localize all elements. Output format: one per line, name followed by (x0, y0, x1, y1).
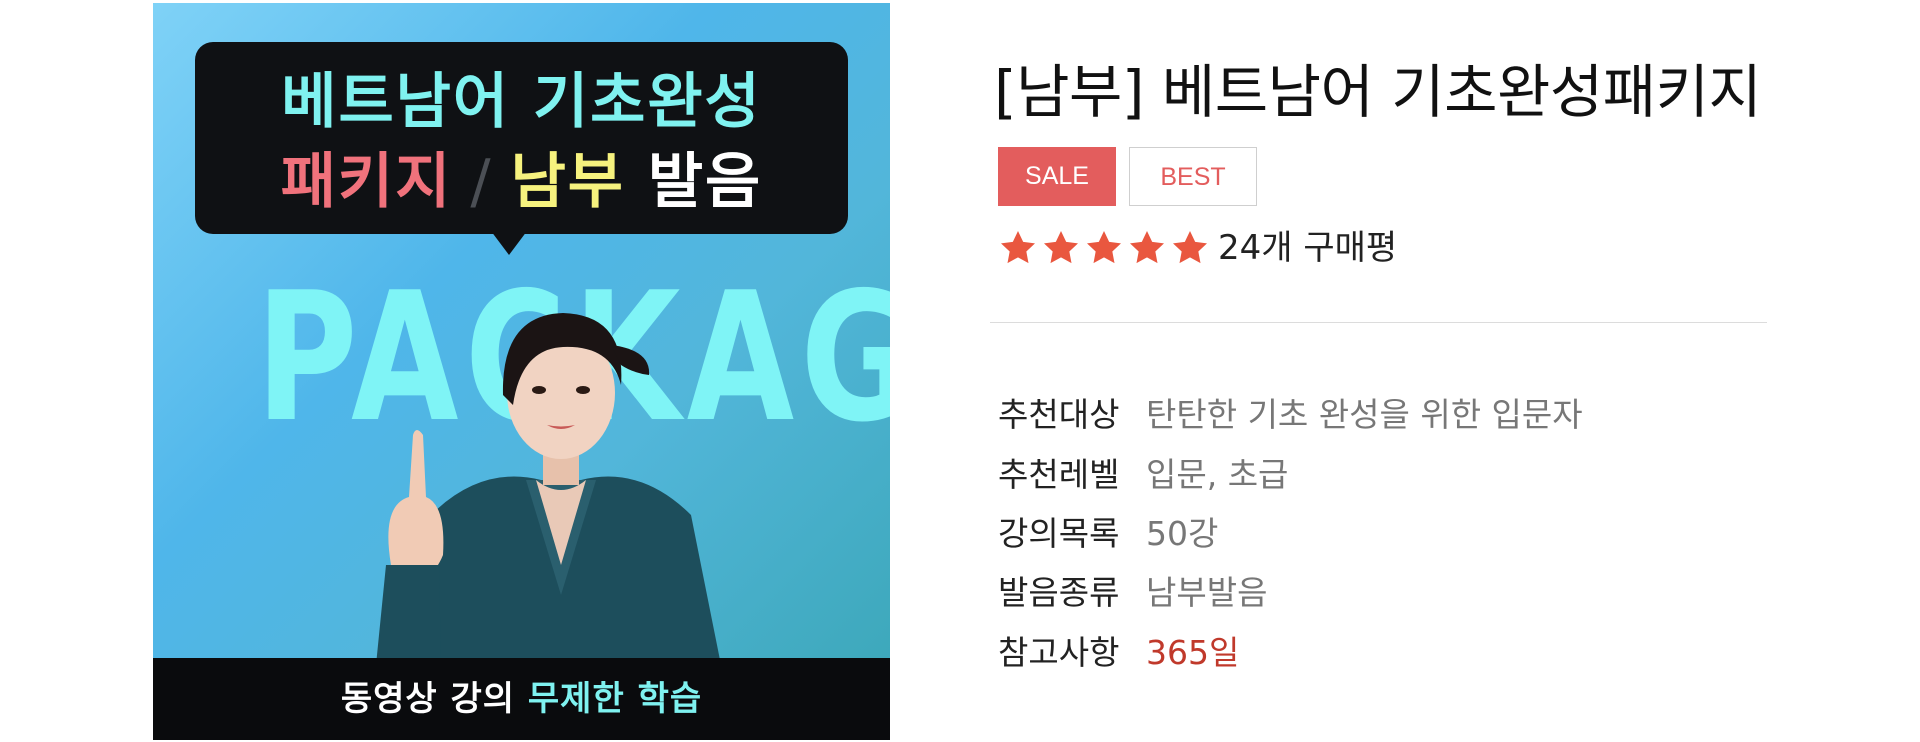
instructor-figure (376, 313, 721, 665)
star-icon (1087, 231, 1121, 264)
product-title: [남부] 베트남어 기초완성패키지 (994, 58, 1762, 126)
star-icon (1044, 231, 1078, 264)
bubble-headline: 베트남어 기초완성 (281, 67, 762, 137)
image-bottom-banner: 동영상 강의 무제한 학습 (153, 658, 890, 740)
bubble-slash: / (470, 147, 493, 217)
star-icon (1173, 231, 1207, 264)
review-count-link[interactable]: 24개 구매평 (1218, 222, 1397, 274)
spec-value: 50강 (1146, 514, 1219, 553)
speech-bubble: 베트남어 기초완성 패키지 / 남부 발음 (195, 42, 848, 234)
sale-badge: SALE (998, 147, 1116, 206)
spec-label: 참고사항 (998, 633, 1120, 672)
spec-label: 추천레벨 (998, 455, 1120, 494)
spec-label: 발음종류 (998, 573, 1120, 612)
speech-bubble-tail (491, 231, 527, 255)
spec-value: 365일 (1146, 633, 1240, 672)
spec-value: 남부발음 (1146, 573, 1268, 612)
best-badge: BEST (1129, 147, 1257, 206)
spec-value: 탄탄한 기초 완성을 위한 입문자 (1146, 395, 1583, 434)
star-icon (1130, 231, 1164, 264)
divider (990, 322, 1767, 323)
banner-unlimited-text: 무제한 학습 (527, 679, 703, 719)
bubble-package-text: 패키지 (280, 147, 453, 217)
star-icon (1001, 231, 1035, 264)
bubble-subline: 패키지 / 남부 발음 (195, 146, 848, 218)
banner-video-text: 동영상 강의 (340, 679, 528, 719)
bubble-south-text: 남부 (510, 147, 625, 217)
product-image[interactable]: PACKAGE 베트남어 기초완성 패키지/남부 (153, 3, 890, 740)
spec-label: 강의목록 (998, 514, 1120, 553)
spec-label: 추천대상 (998, 395, 1120, 434)
bubble-pronunciation-text: 발음 (647, 147, 763, 217)
spec-value: 입문, 초급 (1146, 455, 1289, 494)
product-page: PACKAGE 베트남어 기초완성 패키지/남부 (0, 0, 1920, 742)
rating-stars[interactable] (998, 223, 1213, 273)
